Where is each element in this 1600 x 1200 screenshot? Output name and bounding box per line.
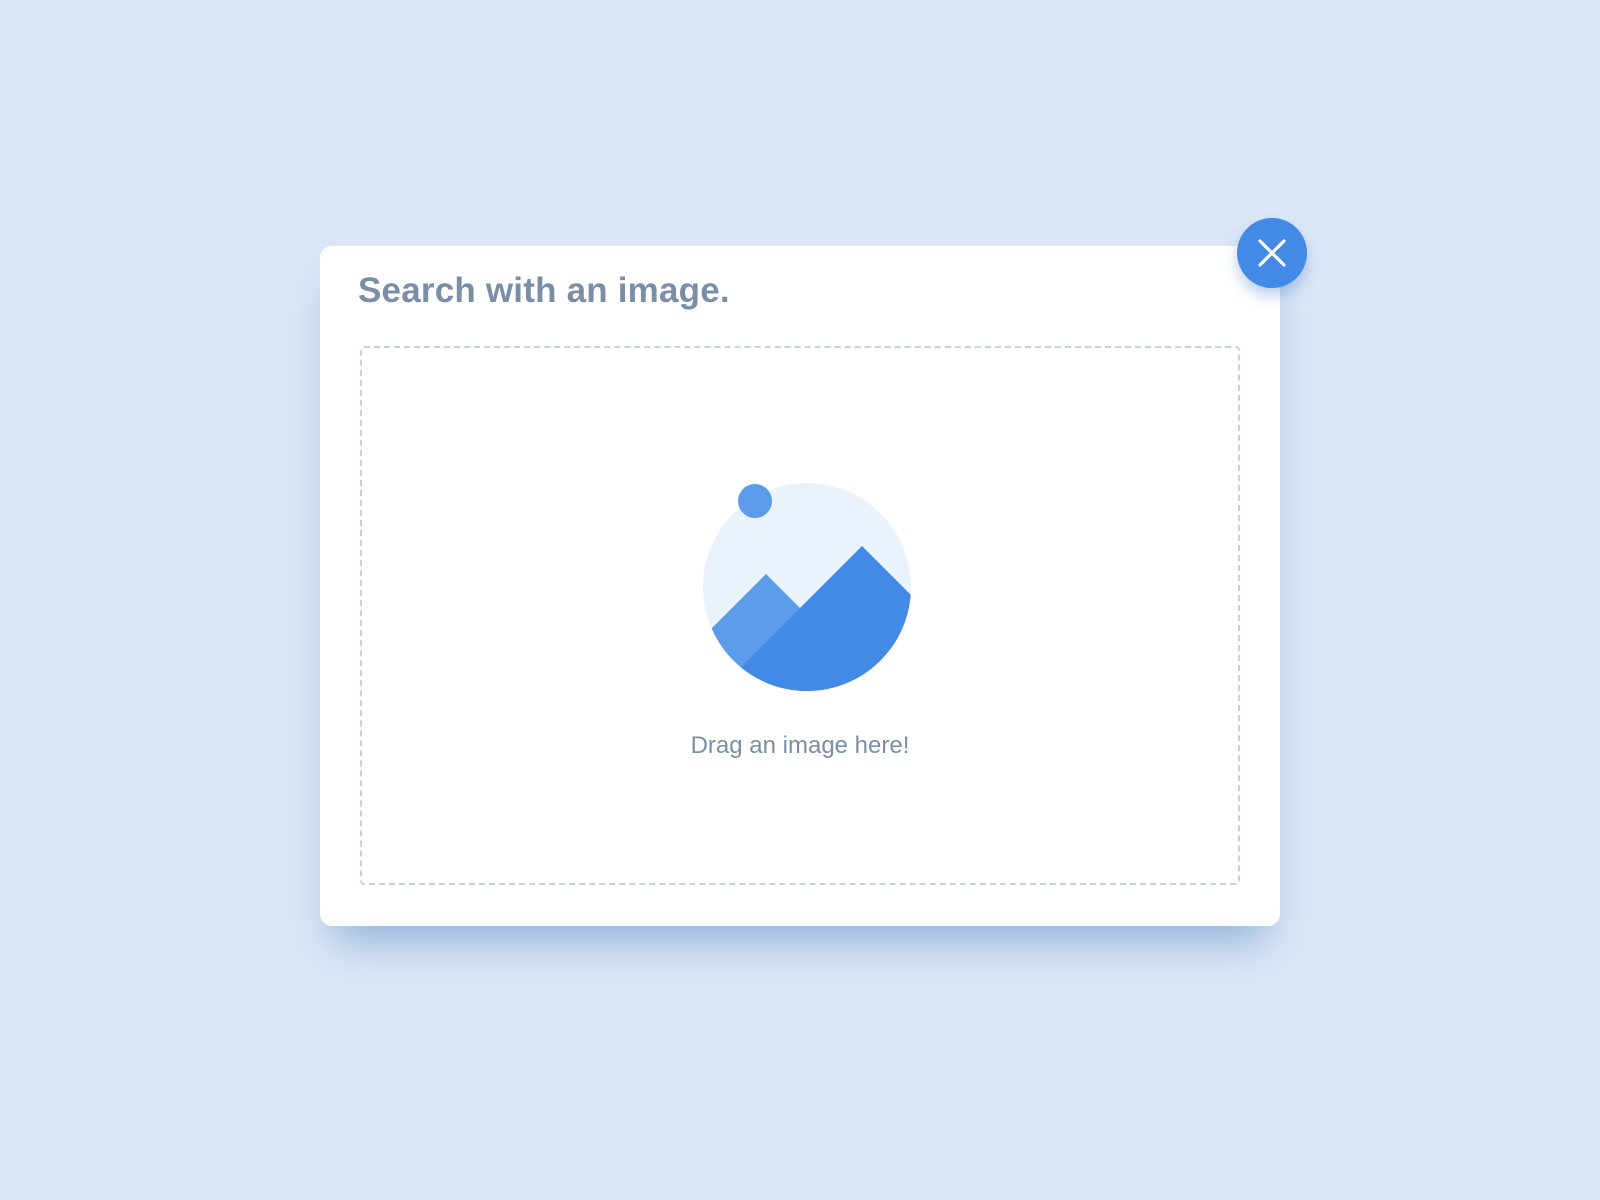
image-search-dialog: Search with an image. Drag an image here… [320, 246, 1280, 926]
close-button[interactable] [1237, 218, 1307, 288]
sun-circle [738, 484, 772, 518]
image-landscape-icon [703, 483, 911, 691]
dialog-title: Search with an image. [358, 271, 730, 310]
dropzone-label: Drag an image here! [690, 732, 910, 759]
image-dropzone[interactable]: Drag an image here! [360, 346, 1240, 885]
close-icon [1258, 239, 1286, 267]
